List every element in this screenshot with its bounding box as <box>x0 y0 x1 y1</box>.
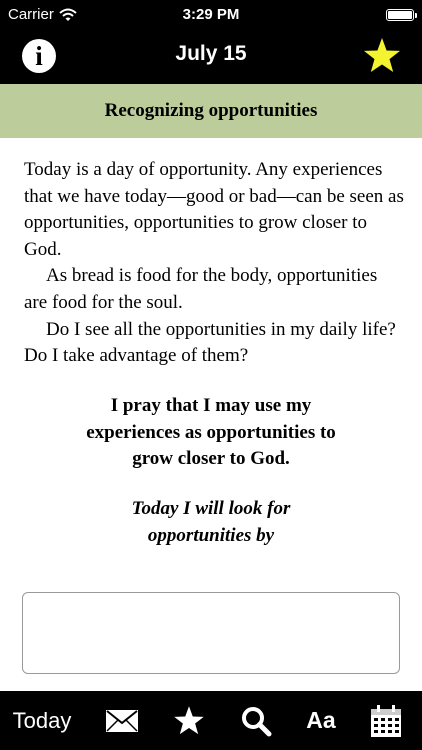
prayer-text: I pray that I may use my experiences as … <box>20 393 402 473</box>
favorites-button[interactable] <box>167 691 211 750</box>
journal-input[interactable] <box>22 592 400 674</box>
calendar-button[interactable] <box>364 691 408 750</box>
today-button[interactable]: Today <box>4 691 80 750</box>
email-button[interactable] <box>100 691 144 750</box>
info-icon[interactable]: i <box>22 39 56 73</box>
page-title: July 15 <box>175 42 247 65</box>
status-bar: Carrier 3:29 PM <box>0 0 422 30</box>
font-size-button[interactable]: Aa <box>299 691 343 750</box>
prayer-line: experiences as opportunities to <box>86 421 336 443</box>
calendar-icon <box>371 704 401 737</box>
reading-paragraph: As bread is food for the body, opportuni… <box>24 265 378 313</box>
star-icon <box>174 705 204 734</box>
search-button[interactable] <box>234 691 278 750</box>
mail-icon <box>106 709 138 732</box>
prayer-line: grow closer to God. <box>132 448 290 469</box>
navigation-bar: i July 15 <box>0 30 422 84</box>
reading-title: Recognizing opportunities <box>0 84 422 138</box>
battery-icon <box>386 9 417 21</box>
favorite-star-icon[interactable] <box>360 34 404 78</box>
resolution-line: opportunities by <box>147 524 275 546</box>
reading-paragraph: Today is a day of opportunity. Any exper… <box>24 159 404 260</box>
tab-bar: Today Aa <box>0 691 422 750</box>
reading-text: Today is a day of opportunity. Any exper… <box>24 157 404 370</box>
reading-paragraph: Do I see all the opportunities in my dai… <box>24 318 396 367</box>
resolution-line: Today I will look for <box>131 498 291 519</box>
search-icon <box>242 706 272 736</box>
top-bar: Carrier 3:29 PM i July 15 <box>0 0 422 84</box>
status-time: 3:29 PM <box>182 6 240 23</box>
prayer-line: I pray that I may use my <box>110 395 312 416</box>
resolution-prompt: Today I will look for opportunities by <box>20 496 402 549</box>
